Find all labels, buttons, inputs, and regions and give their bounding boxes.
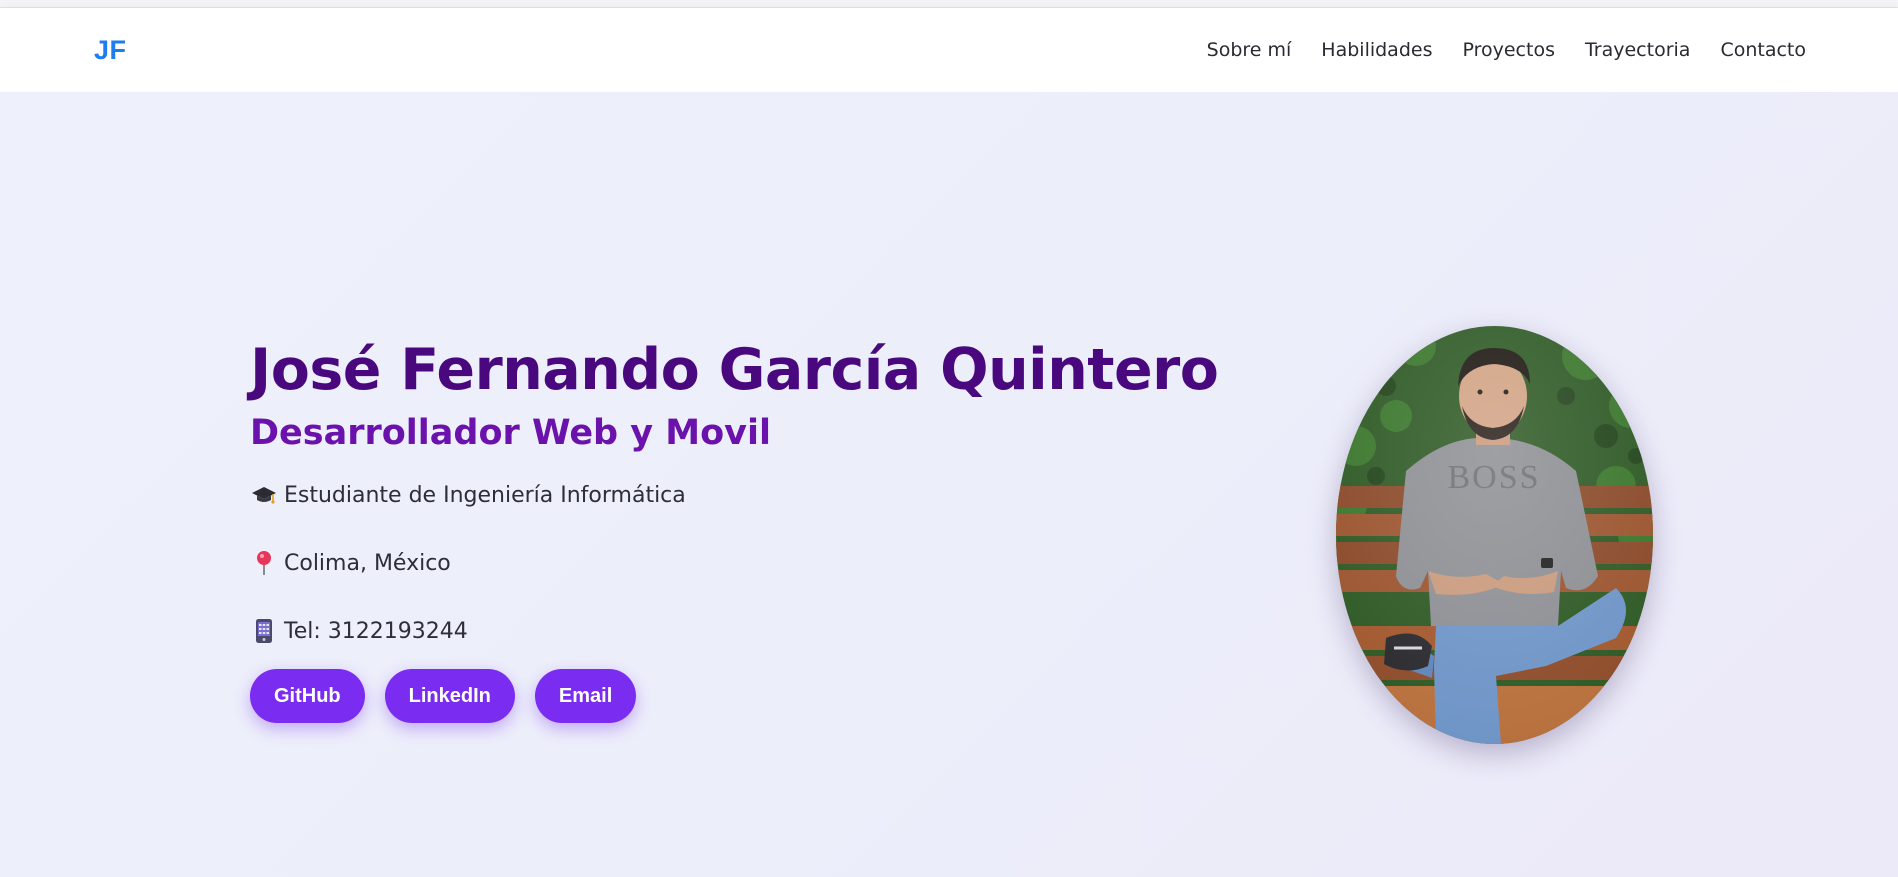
- nav-link-habilidades[interactable]: Habilidades: [1321, 39, 1432, 61]
- nav-link-sobre-mi[interactable]: Sobre mí: [1207, 39, 1292, 61]
- graduation-cap-icon: [250, 481, 278, 509]
- location-pin-icon: [250, 549, 278, 577]
- info-phone-text: Tel: 3122193244: [284, 618, 468, 644]
- hero-text: José Fernando García Quintero Desarrolla…: [250, 337, 1219, 723]
- browser-top-edge: [0, 0, 1898, 8]
- hero-role: Desarrollador Web y Movil: [250, 413, 771, 453]
- nav-links: Sobre mí Habilidades Proyectos Trayector…: [1207, 39, 1806, 61]
- navbar: JF Sobre mí Habilidades Proyectos Trayec…: [0, 8, 1898, 92]
- phone-icon: [250, 617, 278, 645]
- logo[interactable]: JF: [94, 35, 127, 66]
- nav-link-trayectoria[interactable]: Trayectoria: [1585, 39, 1690, 61]
- nav-link-contacto[interactable]: Contacto: [1720, 39, 1806, 61]
- hero-section: José Fernando García Quintero Desarrolla…: [0, 92, 1898, 877]
- info-education: Estudiante de Ingeniería Informática: [250, 481, 1218, 509]
- info-location-text: Colima, México: [284, 550, 451, 576]
- github-button[interactable]: GitHub: [250, 669, 365, 723]
- info-education-text: Estudiante de Ingeniería Informática: [284, 482, 686, 508]
- linkedin-button[interactable]: LinkedIn: [384, 669, 515, 723]
- hero-name: José Fernando García Quintero: [250, 337, 1219, 403]
- nav-link-proyectos[interactable]: Proyectos: [1462, 39, 1555, 61]
- info-location: Colima, México: [250, 549, 1218, 577]
- email-button[interactable]: Email: [534, 669, 637, 723]
- profile-photo: BOSS: [1336, 326, 1653, 744]
- social-buttons: GitHub LinkedIn Email: [250, 669, 1218, 723]
- info-phone: Tel: 3122193244: [250, 617, 1218, 645]
